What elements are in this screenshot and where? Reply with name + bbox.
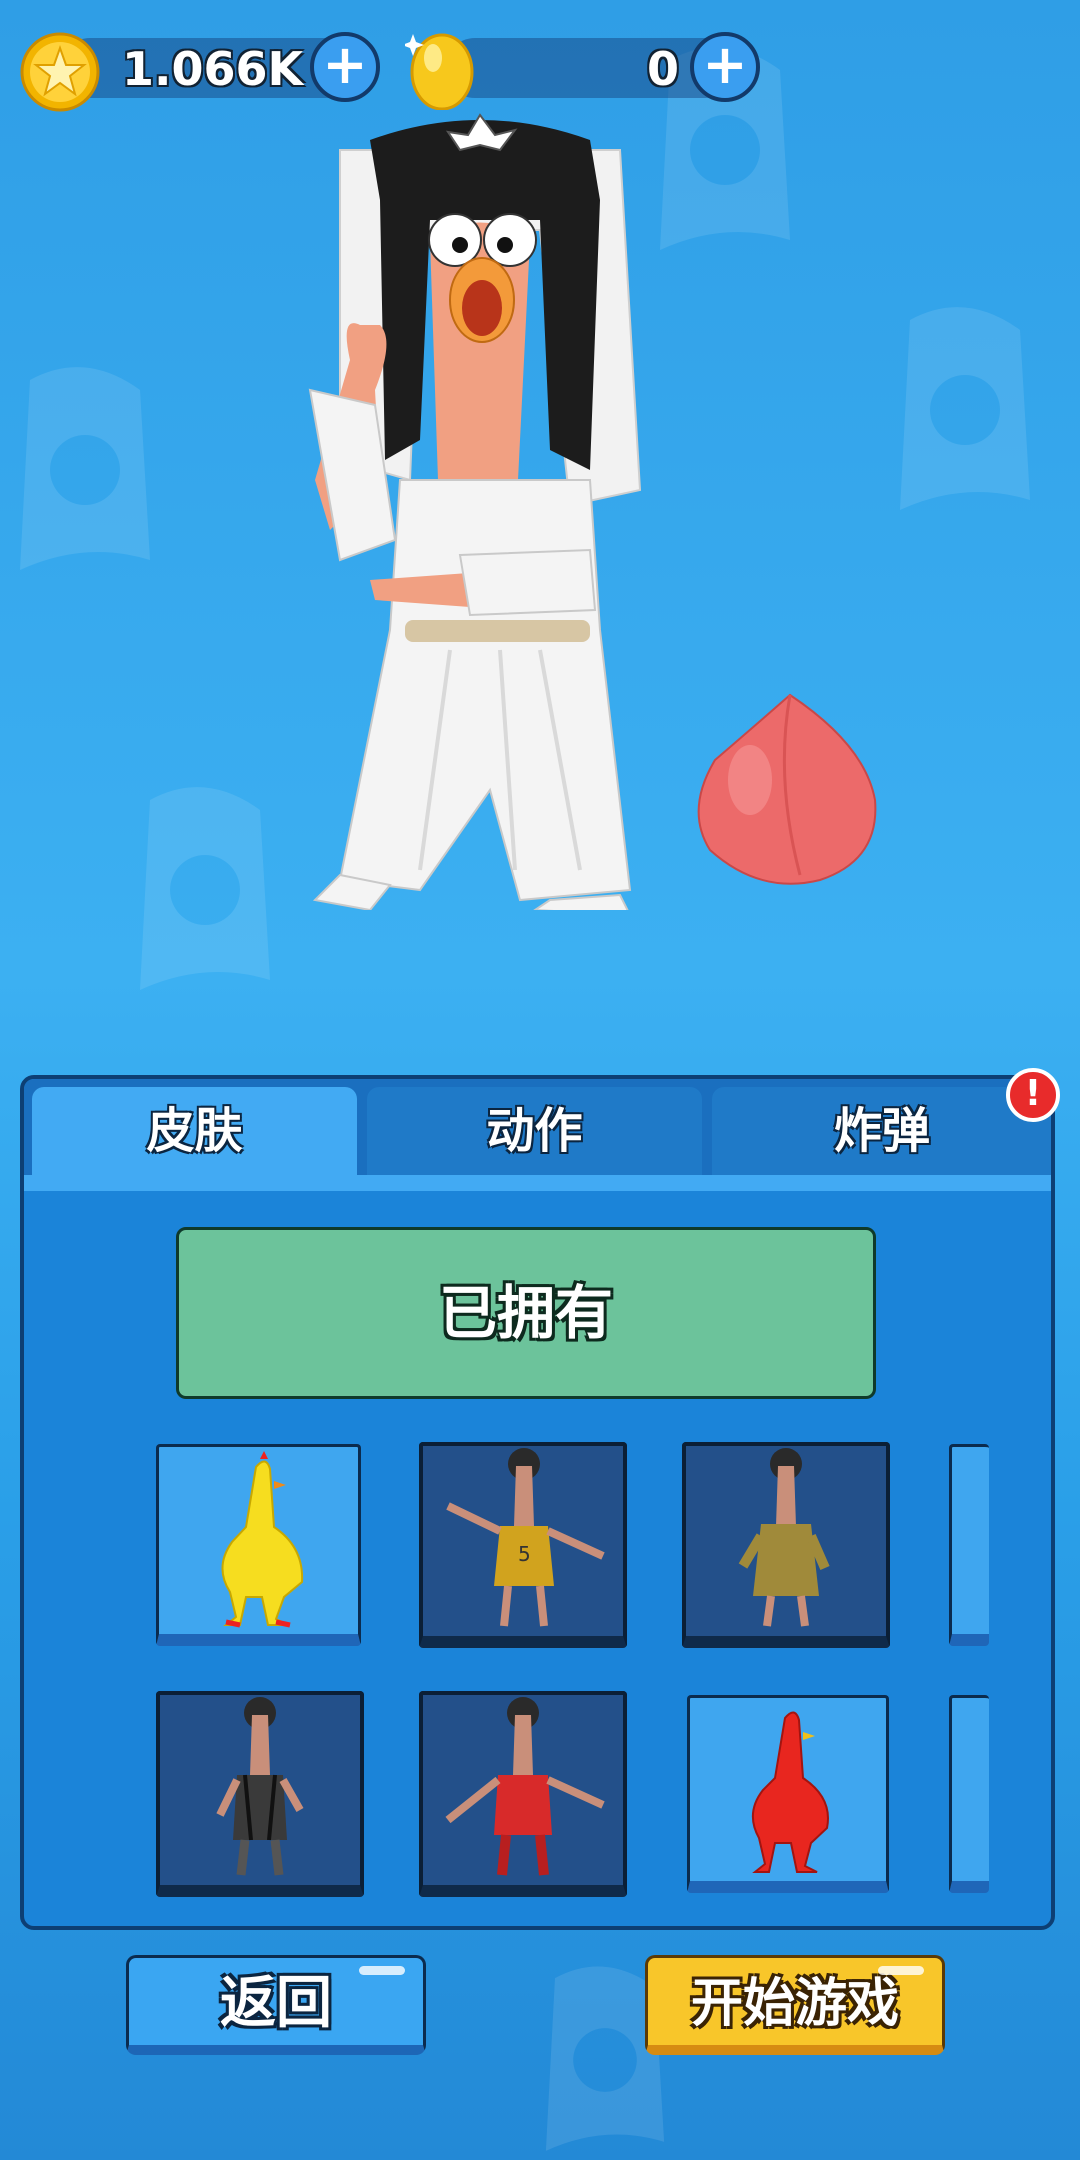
skin-item-suspenders-chicken[interactable] (156, 1691, 364, 1897)
skin-item-partial[interactable] (949, 1695, 989, 1893)
bombs-alert-badge: ! (1006, 1068, 1060, 1122)
svg-text:5: 5 (518, 1542, 531, 1566)
skin-item-red-chicken[interactable] (687, 1695, 889, 1893)
egg-counter: 0 + (402, 32, 775, 111)
background-pattern-icon (880, 300, 1050, 520)
add-coins-button[interactable]: + (310, 32, 380, 102)
skin-item-yellow-chicken[interactable] (156, 1444, 361, 1646)
coin-value: 1.066K (122, 42, 304, 96)
red-chicken-icon (752, 1711, 829, 1873)
background-pattern-icon (0, 360, 170, 580)
suspenders-chicken-icon (216, 1697, 304, 1876)
shop-panel: 皮肤 动作 炸弹 已拥有 5 (20, 1075, 1055, 1930)
tab-bar: 皮肤 动作 炸弹 (24, 1079, 1051, 1179)
tab-actions[interactable]: 动作 (367, 1087, 702, 1175)
tab-bombs[interactable]: 炸弹 (712, 1087, 1051, 1175)
basketball-chicken-icon: 5 (446, 1448, 605, 1627)
star-coin-icon (20, 32, 100, 112)
coin-counter: 1.066K + (20, 32, 390, 112)
background-pattern-icon (120, 780, 290, 1000)
start-game-label: 开始游戏 (690, 1974, 899, 2034)
button-gloss (359, 1966, 405, 1975)
add-eggs-button[interactable]: + (690, 32, 760, 102)
button-gloss (878, 1966, 924, 1975)
egg-value: 0 (647, 42, 680, 96)
golden-egg-icon (402, 26, 475, 111)
character-preview[interactable] (300, 110, 660, 917)
skin-item-partial[interactable] (949, 1444, 989, 1646)
peach-bomb-icon (690, 690, 890, 890)
back-button-label: 返回 (220, 1971, 332, 2036)
yellow-chicken-icon (221, 1451, 303, 1628)
tab-skins[interactable]: 皮肤 (32, 1087, 357, 1175)
yellow-robe-chicken-icon (738, 1448, 830, 1627)
owned-status-button[interactable]: 已拥有 (176, 1227, 876, 1399)
tab-underline (24, 1175, 1051, 1191)
red-jacket-chicken-icon (445, 1697, 605, 1876)
back-button[interactable]: 返回 (126, 1955, 426, 2055)
skin-item-yellow-robe-chicken[interactable] (682, 1442, 890, 1648)
start-game-button[interactable]: 开始游戏 (645, 1955, 945, 2055)
skin-item-basketball-chicken[interactable]: 5 (419, 1442, 627, 1648)
skin-item-red-jacket-chicken[interactable] (419, 1691, 627, 1897)
